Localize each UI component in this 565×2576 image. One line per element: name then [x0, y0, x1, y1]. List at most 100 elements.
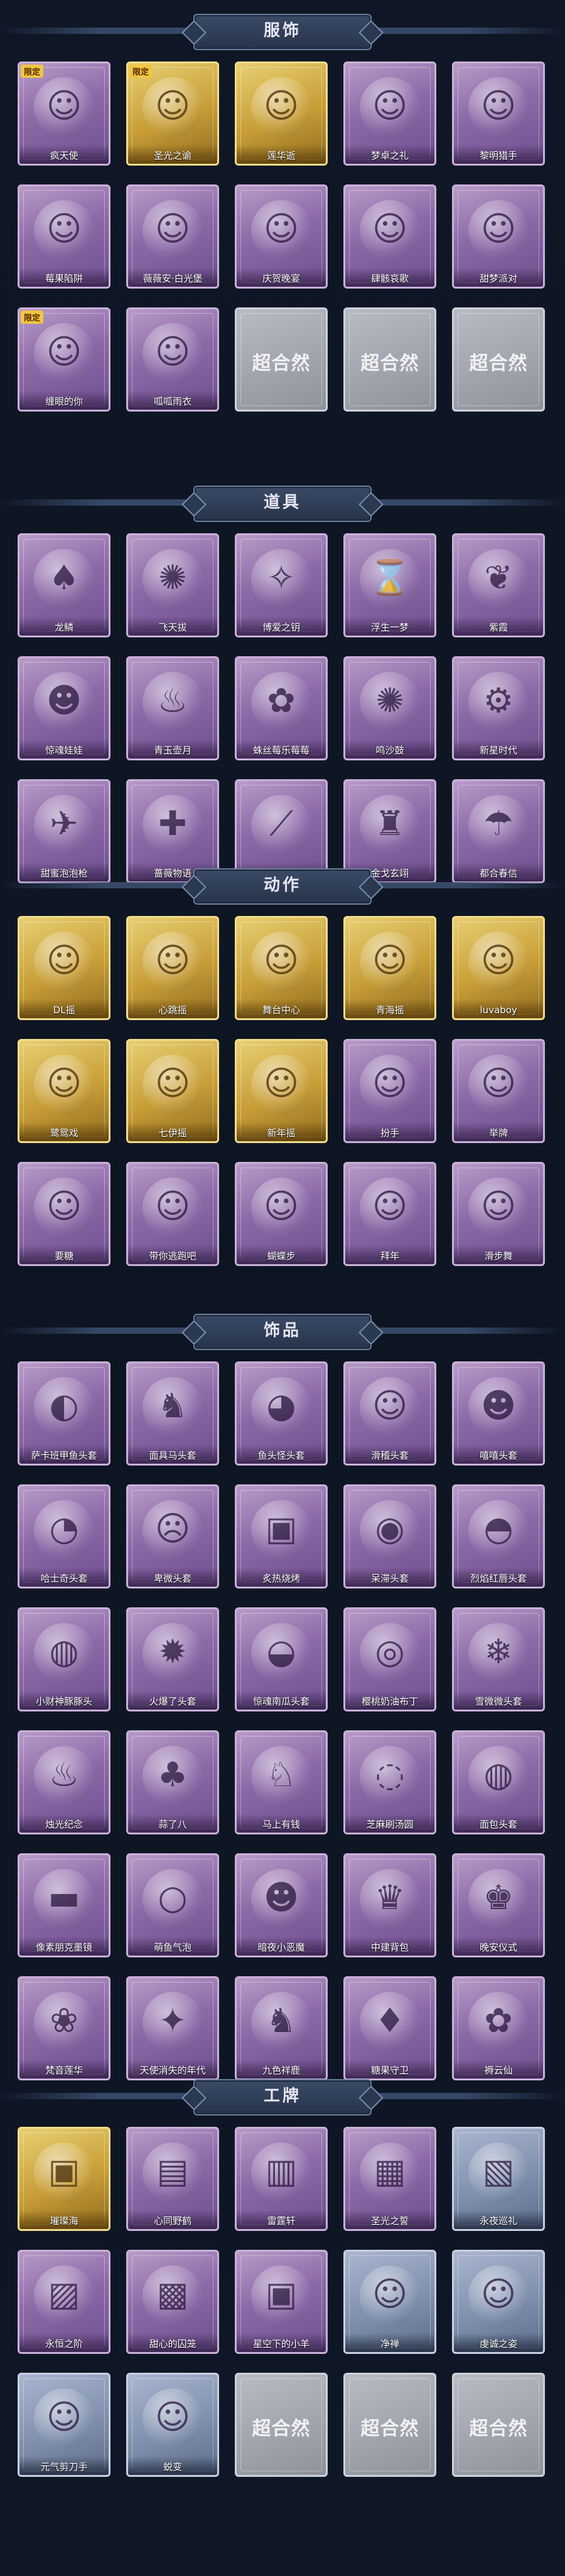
item-card[interactable]: ☺ 蝴蝶步 — [235, 1162, 328, 1266]
collection-item[interactable]: ▧ 永夜巡礼 — [452, 2127, 545, 2231]
item-card[interactable]: ❦ 紫霞 — [452, 533, 545, 637]
item-card[interactable]: ♦ 糖果守卫 — [343, 1976, 436, 2080]
item-card[interactable]: ◍ 面包头套 — [452, 1730, 545, 1834]
collection-item[interactable]: ▩ 甜心的囚笼 — [126, 2250, 219, 2354]
collection-item[interactable]: ▬ 像素朋克墨镜 — [18, 1853, 110, 1957]
collection-item[interactable]: ☺ 蜕变 — [126, 2373, 219, 2477]
collection-item[interactable]: ☺ 限定 疯天使 — [18, 61, 110, 166]
item-card[interactable]: ♨ 烛光纪念 — [18, 1730, 110, 1834]
item-card[interactable]: ▣ 星空下的小羊 — [235, 2250, 328, 2354]
item-card[interactable]: ◒ 惊魂南瓜头套 — [235, 1607, 328, 1711]
item-card[interactable]: ⌛ 浮生一梦 — [343, 533, 436, 637]
item-card[interactable]: ✺ 鸣沙鼓 — [343, 656, 436, 760]
collection-item[interactable]: ☺ DL摇 — [18, 916, 110, 1020]
item-card[interactable]: ☺ 莲华逝 — [235, 61, 328, 166]
collection-item[interactable]: ♦ 糖果守卫 — [343, 1976, 436, 2080]
collection-item[interactable]: ♠ 龙鳞 — [18, 533, 110, 637]
collection-item[interactable]: ☺ 庆贺晚宴 — [235, 184, 328, 289]
item-card[interactable]: ♠ 龙鳞 — [18, 533, 110, 637]
collection-item[interactable]: ◔ 哈士奇头套 — [18, 1484, 110, 1589]
collection-item[interactable]: ☺ 新年摇 — [235, 1039, 328, 1143]
collection-item[interactable]: ⚙ 新星时代 — [452, 656, 545, 760]
collection-item[interactable]: ☺ 要糖 — [18, 1162, 110, 1266]
collection-item[interactable]: ☺ 举牌 — [452, 1039, 545, 1143]
collection-item[interactable]: ❦ 紫霞 — [452, 533, 545, 637]
item-card[interactable]: ◐ 萨卡班甲鱼头套 — [18, 1361, 110, 1466]
collection-item[interactable]: ☺ 虔诚之姿 — [452, 2250, 545, 2354]
item-card[interactable]: 超合然 — [452, 2373, 545, 2477]
item-card[interactable]: ☺ 限定 缠眼的你 — [18, 307, 110, 412]
item-card[interactable]: ✦ 天使消失的年代 — [126, 1976, 219, 2080]
collection-item[interactable]: ☺ 滑稽头套 — [343, 1361, 436, 1466]
collection-item[interactable]: ☻ 惊魂娃娃 — [18, 656, 110, 760]
collection-item[interactable]: ✿ 蛛丝莓乐莓莓 — [235, 656, 328, 760]
collection-item[interactable]: ☺ 莓果陷阱 — [18, 184, 110, 289]
collection-item[interactable]: ♣ 蒜了八 — [126, 1730, 219, 1834]
collection-item[interactable]: ☺ 莲华逝 — [235, 61, 328, 166]
item-card[interactable]: ▥ 雷霆轩 — [235, 2127, 328, 2231]
item-card[interactable]: 超合然 — [452, 307, 545, 412]
collection-item[interactable]: ☺ 限定 缠眼的你 — [18, 307, 110, 412]
item-card[interactable]: ☺ 黎明猎手 — [452, 61, 545, 166]
item-card[interactable]: ◉ 呆滞头套 — [343, 1484, 436, 1589]
item-card[interactable]: ☺ 肆骸哀歌 — [343, 184, 436, 289]
item-card[interactable]: ☺ 心跳摇 — [126, 916, 219, 1020]
item-card[interactable]: ☺ 庆贺晚宴 — [235, 184, 328, 289]
item-card[interactable]: ☺ luvaboy — [452, 916, 545, 1020]
collection-item[interactable]: ◎ 樱桃奶油布丁 — [343, 1607, 436, 1711]
item-card[interactable]: ○ 萌鱼气泡 — [126, 1853, 219, 1957]
item-card[interactable]: ♨ 青玉壶月 — [126, 656, 219, 760]
collection-item[interactable]: ☺ 滑步舞 — [452, 1162, 545, 1266]
collection-item[interactable]: ☺ 七伊摇 — [126, 1039, 219, 1143]
collection-item[interactable]: ♨ 烛光纪念 — [18, 1730, 110, 1834]
item-card[interactable]: 超合然 — [235, 307, 328, 412]
item-card[interactable]: 超合然 — [235, 2373, 328, 2477]
collection-item[interactable]: ☺ 心跳摇 — [126, 916, 219, 1020]
collection-item[interactable]: ◍ 面包头套 — [452, 1730, 545, 1834]
collection-item[interactable]: ☺ 净禅 — [343, 2250, 436, 2354]
collection-item[interactable]: ◌ 芝麻刷汤圆 — [343, 1730, 436, 1834]
item-card[interactable]: ♚ 晚安仪式 — [452, 1853, 545, 1957]
item-card[interactable]: ☺ 甜梦派对 — [452, 184, 545, 289]
item-card[interactable]: ☻ 惊魂娃娃 — [18, 656, 110, 760]
item-card[interactable]: ▦ 圣光之誓 — [343, 2127, 436, 2231]
item-card[interactable]: ☺ 滑稽头套 — [343, 1361, 436, 1466]
collection-item[interactable]: 超合然 — [452, 2373, 545, 2477]
item-card[interactable]: 超合然 — [343, 307, 436, 412]
item-card[interactable]: ☺ 扮手 — [343, 1039, 436, 1143]
collection-item[interactable]: ☺ 限定 圣光之谕 — [126, 61, 219, 166]
collection-item[interactable]: ▨ 永恒之阶 — [18, 2250, 110, 2354]
item-card[interactable]: ☺ 七伊摇 — [126, 1039, 219, 1143]
collection-item[interactable]: ♞ 九色祥鹿 — [235, 1976, 328, 2080]
item-card[interactable]: ◔ 哈士奇头套 — [18, 1484, 110, 1589]
collection-item[interactable]: 超合然 — [452, 307, 545, 412]
collection-item[interactable]: ☺ 黎明猎手 — [452, 61, 545, 166]
collection-item[interactable]: ❀ 梵音莲华 — [18, 1976, 110, 2080]
item-card[interactable]: ☺ 举牌 — [452, 1039, 545, 1143]
item-card[interactable]: ♞ 九色祥鹿 — [235, 1976, 328, 2080]
item-card[interactable]: ☺ DL摇 — [18, 916, 110, 1020]
collection-item[interactable]: 超合然 — [235, 2373, 328, 2477]
collection-item[interactable]: ◒ 惊魂南瓜头套 — [235, 1607, 328, 1711]
item-card[interactable]: ☺ 元气剪刀手 — [18, 2373, 110, 2477]
collection-item[interactable]: ○ 萌鱼气泡 — [126, 1853, 219, 1957]
collection-item[interactable]: ⌛ 浮生一梦 — [343, 533, 436, 637]
item-card[interactable]: ✧ 博爱之钥 — [235, 533, 328, 637]
item-card[interactable]: ☺ 滑步舞 — [452, 1162, 545, 1266]
item-card[interactable]: ☺ 新年摇 — [235, 1039, 328, 1143]
collection-item[interactable]: ▣ 璀璨海 — [18, 2127, 110, 2231]
collection-item[interactable]: ☺ 元气剪刀手 — [18, 2373, 110, 2477]
item-card[interactable]: ✺ 飞天拔 — [126, 533, 219, 637]
collection-item[interactable]: ◐ 萨卡班甲鱼头套 — [18, 1361, 110, 1466]
item-card[interactable]: ◌ 芝麻刷汤圆 — [343, 1730, 436, 1834]
collection-item[interactable]: ▥ 雷霆轩 — [235, 2127, 328, 2231]
item-card[interactable]: ☺ 限定 疯天使 — [18, 61, 110, 166]
collection-item[interactable]: ▤ 心同野鹤 — [126, 2127, 219, 2231]
item-card[interactable]: ☻ 暗夜小恶魔 — [235, 1853, 328, 1957]
item-card[interactable]: ☺ 限定 圣光之谕 — [126, 61, 219, 166]
collection-item[interactable]: ☹ 卑微头套 — [126, 1484, 219, 1589]
collection-item[interactable]: ☺ 青海摇 — [343, 916, 436, 1020]
item-card[interactable]: ◍ 小财神豚豚头 — [18, 1607, 110, 1711]
item-card[interactable]: ⚙ 新星时代 — [452, 656, 545, 760]
item-card[interactable]: ◓ 烈焰红唇头套 — [452, 1484, 545, 1589]
